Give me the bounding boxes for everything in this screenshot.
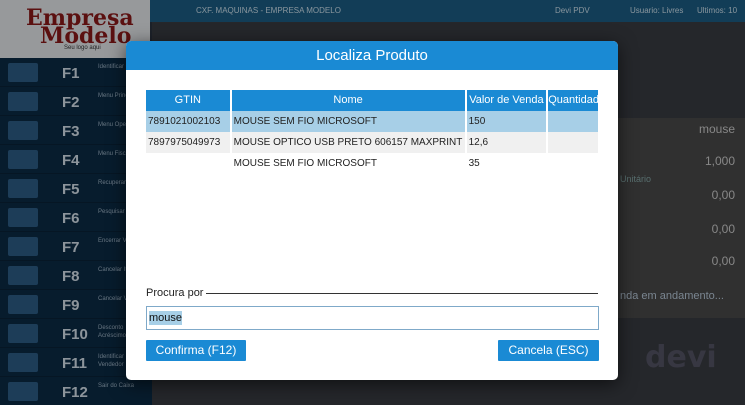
product-grid: GTIN Nome Valor de Venda Quantidade 7891… xyxy=(146,90,598,174)
confirm-button[interactable]: Confirma (F12) xyxy=(146,340,246,361)
grid-header: GTIN Nome Valor de Venda Quantidade xyxy=(146,90,598,111)
search-input[interactable]: mouse xyxy=(146,306,599,330)
localiza-produto-dialog: Localiza Produto GTIN Nome Valor de Vend… xyxy=(126,41,618,380)
table-row[interactable]: 7897975049973 MOUSE OPTICO USB PRETO 606… xyxy=(146,132,598,153)
column-quantidade[interactable]: Quantidade xyxy=(548,90,598,111)
cancel-button[interactable]: Cancela (ESC) xyxy=(498,340,599,361)
table-row[interactable]: MOUSE SEM FIO MICROSOFT 35 xyxy=(146,153,598,174)
dialog-title: Localiza Produto xyxy=(126,41,618,70)
column-nome[interactable]: Nome xyxy=(231,90,465,111)
column-valor[interactable]: Valor de Venda xyxy=(466,90,547,111)
search-divider xyxy=(206,293,598,294)
column-gtin[interactable]: GTIN xyxy=(146,90,230,111)
search-label: Procura por xyxy=(146,287,204,299)
search-input-value: mouse xyxy=(149,311,183,325)
table-row[interactable]: 7891021002103 MOUSE SEM FIO MICROSOFT 15… xyxy=(146,111,598,132)
